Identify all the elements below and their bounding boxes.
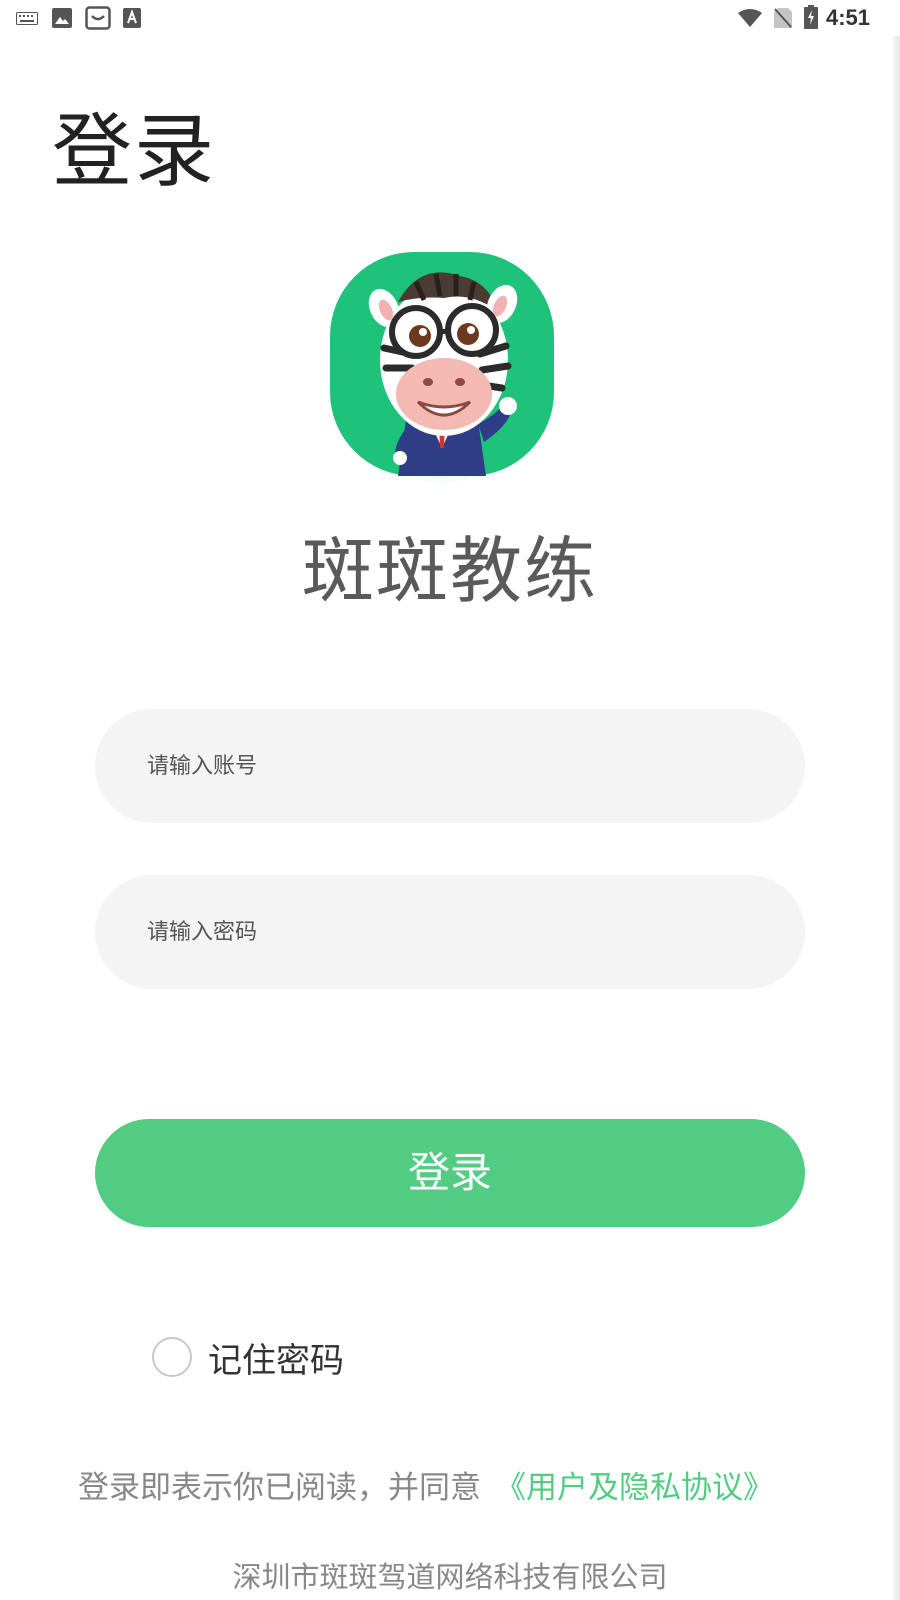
page-title: 登录: [52, 105, 216, 198]
a-square-icon: [123, 8, 141, 28]
no-sim-icon: [774, 8, 792, 28]
privacy-agreement-link[interactable]: 《用户及隐私协议》: [495, 1470, 774, 1506]
status-time: 4:51: [825, 5, 870, 30]
image-icon: [52, 8, 72, 28]
password-input[interactable]: [95, 875, 805, 989]
remember-password-option[interactable]: 记住密码: [152, 1333, 344, 1381]
login-button[interactable]: 登录: [95, 1119, 805, 1227]
zebra-mascot-logo-icon: [324, 252, 560, 482]
agreement-notice: 登录即表示你已阅读，并同意 《用户及隐私协议》: [78, 1468, 818, 1508]
wifi-icon: [738, 9, 762, 27]
keyboard-icon: [16, 12, 38, 25]
remember-password-label: 记住密码: [208, 1340, 344, 1381]
app-name: 斑斑教练: [301, 529, 598, 613]
account-input[interactable]: [95, 709, 805, 823]
battery-charging-icon: [804, 5, 818, 29]
agreement-text: 登录即表示你已阅读，并同意: [78, 1470, 481, 1506]
remember-password-radio[interactable]: [152, 1337, 192, 1377]
status-bar: 4:51: [0, 0, 900, 36]
scroll-edge: [893, 36, 900, 1600]
company-name: 深圳市斑斑驾道网络科技有限公司: [232, 1560, 668, 1594]
store-bag-icon: [85, 6, 111, 30]
